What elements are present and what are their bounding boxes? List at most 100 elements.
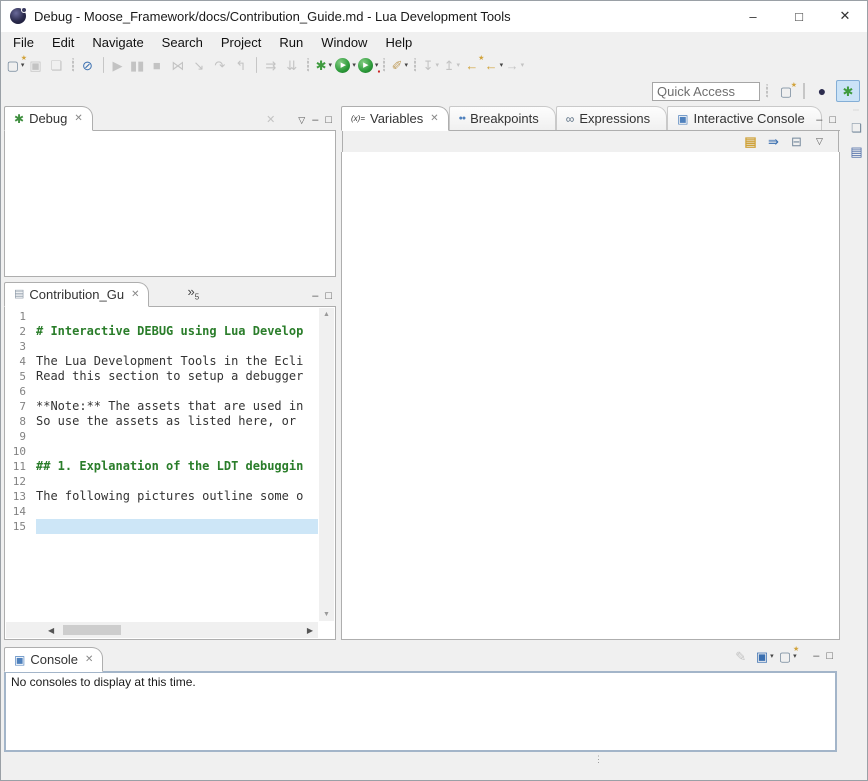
tab-variables[interactable]: (x)= Variables ✕: [341, 106, 449, 131]
forward-button[interactable]: →▾: [504, 54, 525, 76]
line-number: 11: [6, 459, 36, 474]
window-title: Debug - Moose_Framework/docs/Contributio…: [34, 9, 511, 24]
editor-controls: – □: [312, 291, 332, 302]
separator: [256, 57, 257, 73]
close-tab-icon[interactable]: ✕: [131, 289, 139, 300]
resume-button[interactable]: ▶: [108, 54, 129, 76]
maximize-view-button[interactable]: □: [826, 651, 833, 662]
scroll-down-icon[interactable]: ▼: [323, 611, 330, 618]
vertical-scrollbar[interactable]: ▲ ▼: [319, 308, 334, 621]
external-tools-button[interactable]: ▶▪▾: [357, 54, 380, 76]
minimize-view-button[interactable]: –: [312, 115, 318, 126]
scroll-up-icon[interactable]: ▲: [323, 311, 330, 318]
view-menu-button[interactable]: ▽: [809, 133, 830, 151]
drop-to-frame-button[interactable]: ⇊: [282, 54, 303, 76]
minimize-view-button[interactable]: –: [816, 115, 822, 126]
tab-interactive-console[interactable]: ▣ Interactive Console: [667, 106, 822, 130]
tab-label: Breakpoints: [470, 111, 539, 126]
menu-item[interactable]: Help: [376, 33, 421, 52]
line-number: 1: [6, 309, 36, 324]
line-text: ## 1. Explanation of the LDT debuggin: [36, 459, 318, 474]
lua-perspective-button[interactable]: ●: [810, 80, 834, 102]
menu-item[interactable]: Window: [312, 33, 376, 52]
editor-content[interactable]: 1 2# Interactive DEBUG using Lua Develop…: [4, 307, 336, 640]
close-tab-icon[interactable]: ✕: [430, 113, 438, 124]
search-button[interactable]: ✐▾: [389, 54, 410, 76]
tab-expressions[interactable]: ∞ Expressions: [556, 106, 667, 130]
code-line: 13The following pictures outline some o: [6, 489, 318, 504]
step-over-button[interactable]: ↷: [210, 54, 231, 76]
menu-item[interactable]: Project: [212, 33, 270, 52]
tab-label: Variables: [370, 111, 423, 126]
new-button[interactable]: ▢★▾: [5, 54, 26, 76]
minimize-window-button[interactable]: –: [730, 0, 776, 32]
separator: [803, 83, 805, 99]
quick-access-input[interactable]: [652, 82, 760, 101]
open-console-button[interactable]: ▢★▾: [777, 645, 798, 667]
group-separator: [414, 58, 416, 72]
group-separator: [383, 58, 385, 72]
terminate-button[interactable]: ■: [147, 54, 168, 76]
status-drag-handle[interactable]: ⋮: [594, 756, 603, 763]
variables-view: (x)= Variables ✕ ●● Breakpoints ∞ Expres…: [341, 105, 840, 640]
scrollbar-thumb[interactable]: [63, 625, 121, 635]
horizontal-scrollbar[interactable]: ◀ ▶: [6, 622, 318, 638]
scroll-right-icon[interactable]: ▶: [307, 626, 313, 635]
show-logical-structures-button[interactable]: ⇛: [763, 133, 784, 151]
tab-icon: ●●: [459, 115, 465, 122]
close-tab-icon[interactable]: ✕: [74, 113, 82, 124]
previous-annotation-button[interactable]: ↥▾: [441, 54, 462, 76]
menu-item[interactable]: Run: [270, 33, 312, 52]
line-text: Read this section to setup a debugger: [36, 369, 318, 384]
tab-console[interactable]: ▣ Console ✕: [4, 647, 103, 672]
trim-drag-handle[interactable]: ⋯: [853, 107, 860, 114]
menu-item[interactable]: Edit: [43, 33, 83, 52]
code-line: 5Read this section to setup a debugger: [6, 369, 318, 384]
restore-view-button[interactable]: ❏: [847, 118, 867, 138]
open-perspective-button[interactable]: ▢★: [774, 80, 798, 102]
line-number: 15: [6, 519, 36, 534]
menu-item[interactable]: File: [4, 33, 43, 52]
tab-debug[interactable]: ✱ Debug ✕: [4, 106, 93, 131]
disconnect-button[interactable]: ⋈: [168, 54, 189, 76]
skip-all-breakpoints-button[interactable]: ⊘: [78, 54, 99, 76]
minimize-view-button[interactable]: –: [813, 651, 819, 662]
step-return-button[interactable]: ↰: [231, 54, 252, 76]
save-button[interactable]: ▣: [26, 54, 47, 76]
menu-item[interactable]: Search: [153, 33, 212, 52]
scroll-left-icon[interactable]: ◀: [48, 626, 54, 635]
debug-button[interactable]: ✱▾: [313, 54, 334, 76]
group-separator: [766, 84, 768, 98]
maximize-view-button[interactable]: □: [829, 115, 836, 126]
close-window-button[interactable]: ✕: [822, 0, 868, 32]
debug-perspective-button[interactable]: ✱: [836, 80, 860, 102]
next-annotation-button[interactable]: ↧▾: [420, 54, 441, 76]
pin-console-button[interactable]: ✎: [731, 645, 752, 667]
maximize-view-button[interactable]: □: [325, 291, 332, 302]
use-step-filters-button[interactable]: ⇉: [261, 54, 282, 76]
back-button[interactable]: ←▾: [483, 54, 504, 76]
close-tab-icon[interactable]: ✕: [85, 654, 93, 665]
run-button[interactable]: ▶▾: [334, 54, 357, 76]
display-selected-console-button[interactable]: ▣▾: [754, 645, 775, 667]
remove-all-terminated-button[interactable]: ✕: [266, 115, 275, 126]
maximize-window-button[interactable]: □: [776, 0, 822, 32]
view-menu-button[interactable]: ▽: [298, 116, 305, 125]
save-all-button[interactable]: ❏: [47, 54, 68, 76]
line-number: 5: [6, 369, 36, 384]
maximize-view-button[interactable]: □: [325, 115, 332, 126]
group-separator: [307, 58, 309, 72]
hidden-editors-chevron[interactable]: »5: [187, 284, 199, 302]
bug-icon: ✱: [14, 113, 24, 125]
suspend-button[interactable]: ▮▮: [129, 54, 147, 76]
step-into-button[interactable]: ↘: [189, 54, 210, 76]
menu-item[interactable]: Navigate: [83, 33, 152, 52]
show-type-names-button[interactable]: ▤: [740, 133, 761, 151]
tab-breakpoints[interactable]: ●● Breakpoints: [449, 106, 556, 130]
last-edit-location-button[interactable]: ←★: [462, 54, 483, 76]
outline-view-button[interactable]: ▤: [847, 142, 867, 162]
tab-contribution-guide[interactable]: ▤ Contribution_Gu ✕: [4, 282, 149, 307]
minimize-view-button[interactable]: –: [312, 291, 318, 302]
collapse-all-button[interactable]: ⊟: [786, 133, 807, 151]
code-line: 8So use the assets as listed here, or: [6, 414, 318, 429]
